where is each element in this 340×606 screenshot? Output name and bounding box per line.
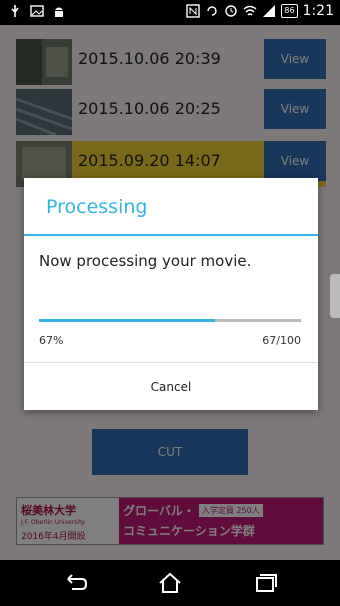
wifi-icon [243, 5, 257, 16]
recents-icon[interactable] [252, 570, 278, 596]
progress-bar-fill [39, 319, 215, 322]
alarm-icon [225, 5, 238, 17]
status-time: 1:21 [302, 3, 334, 19]
progress-percent: 67% [39, 334, 64, 347]
status-left-icons [8, 4, 66, 18]
rotation-icon [207, 6, 218, 16]
processing-dialog: Processing Now processing your movie. 67… [24, 178, 318, 410]
home-icon[interactable] [157, 570, 183, 596]
back-icon[interactable] [62, 570, 88, 596]
dialog-title: Processing [46, 196, 148, 218]
image-icon [30, 5, 44, 17]
status-bar: 86 1:21 [0, 0, 340, 25]
nfc-icon [186, 4, 201, 18]
status-right-icons: 86 1:21 [186, 3, 334, 19]
dialog-message: Now processing your movie. [39, 252, 252, 270]
progress-count: 67/100 [262, 334, 301, 347]
usb-icon [11, 5, 19, 17]
battery-level: 86 [281, 4, 298, 18]
side-handle[interactable] [330, 274, 340, 318]
signal-icon [263, 5, 276, 17]
cancel-button[interactable]: Cancel [24, 363, 318, 410]
navigation-bar [0, 560, 340, 606]
android-icon [55, 7, 63, 17]
dialog-title-divider [24, 234, 318, 236]
progress-bar [39, 319, 301, 322]
